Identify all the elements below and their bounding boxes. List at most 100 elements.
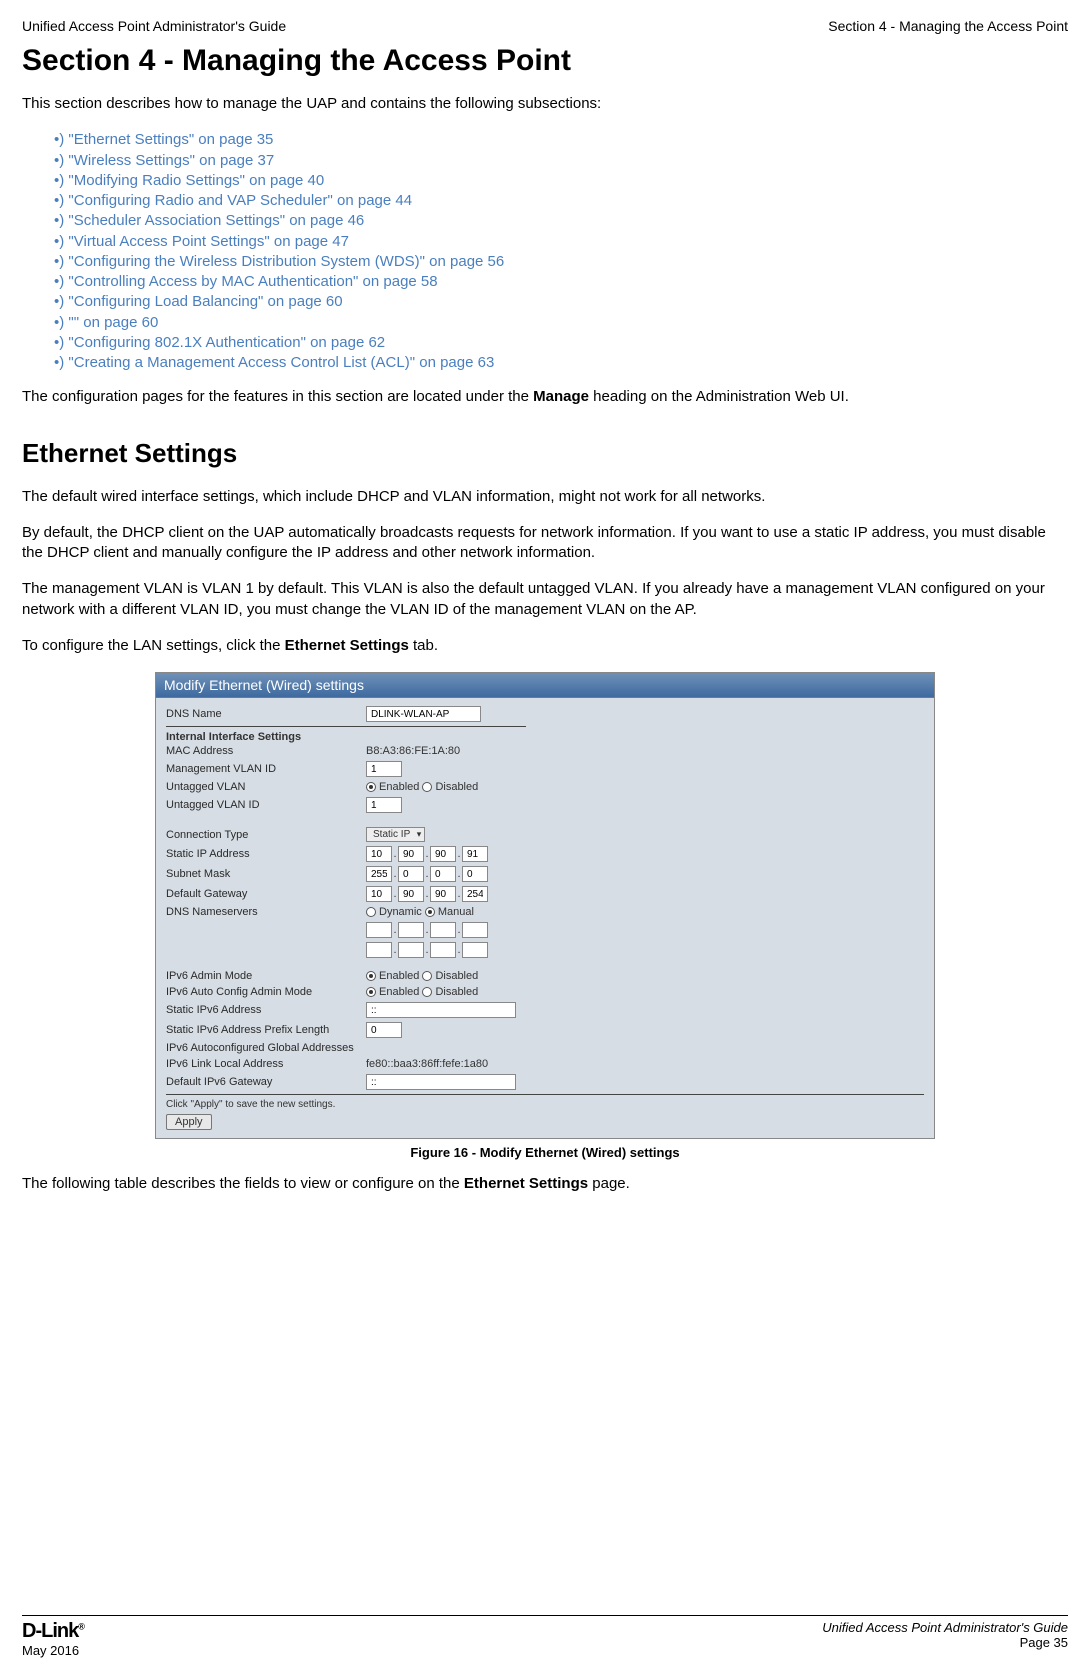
ip-octet[interactable] (462, 846, 488, 862)
body-paragraph: To configure the LAN settings, click the… (22, 636, 1068, 656)
gateway-octet[interactable] (430, 886, 456, 902)
body-paragraph: The default wired interface settings, wh… (22, 487, 1068, 507)
toc-link[interactable]: "Wireless Settings" on page 37 (68, 152, 274, 169)
gateway-octet[interactable] (366, 886, 392, 902)
toc-link[interactable]: "Configuring the Wireless Distribution S… (68, 253, 504, 270)
static-ipv6-label: Static IPv6 Address (166, 1004, 366, 1016)
toc-link[interactable]: "Creating a Management Access Control Li… (68, 354, 494, 371)
subnet-octet[interactable] (398, 866, 424, 882)
bullet-icon: •) (54, 212, 64, 229)
bullet-icon: •) (54, 192, 64, 209)
untagged-vlan-label: Untagged VLAN (166, 781, 366, 793)
dns-name-label: DNS Name (166, 708, 366, 720)
dns-octet[interactable] (430, 942, 456, 958)
toc-link[interactable]: "Configuring 802.1X Authentication" on p… (68, 334, 385, 351)
subnet-octet[interactable] (366, 866, 392, 882)
radio-manual[interactable] (425, 907, 435, 917)
mac-label: MAC Address (166, 745, 366, 757)
default-ipv6-gw-input[interactable] (366, 1074, 516, 1090)
radio-disabled[interactable] (422, 971, 432, 981)
gateway-octet[interactable] (398, 886, 424, 902)
config-pages-note: The configuration pages for the features… (22, 387, 1068, 407)
dns-nameservers-label: DNS Nameservers (166, 906, 366, 918)
ip-octet[interactable] (430, 846, 456, 862)
subnet-octet[interactable] (430, 866, 456, 882)
bullet-icon: •) (54, 172, 64, 189)
untagged-vlan-id-label: Untagged VLAN ID (166, 799, 366, 811)
toc-link[interactable]: "Scheduler Association Settings" on page… (68, 212, 364, 229)
ipv6-autoconf-label: IPv6 Autoconfigured Global Addresses (166, 1042, 366, 1054)
header-left: Unified Access Point Administrator's Gui… (22, 18, 286, 34)
toc-link[interactable]: "Controlling Access by MAC Authenticatio… (68, 273, 437, 290)
toc-link[interactable]: "Configuring Load Balancing" on page 60 (68, 293, 342, 310)
connection-type-select[interactable]: Static IP (366, 827, 425, 842)
dns-octet[interactable] (398, 942, 424, 958)
dlink-logo: D-Link® (22, 1620, 84, 1643)
radio-enabled[interactable] (366, 782, 376, 792)
toc-link[interactable]: "Modifying Radio Settings" on page 40 (68, 172, 324, 189)
internal-interface-heading: Internal Interface Settings (166, 731, 924, 743)
header-right: Section 4 - Managing the Access Point (828, 18, 1068, 34)
enabled-label: Enabled (379, 781, 419, 793)
radio-enabled[interactable] (366, 987, 376, 997)
ipv6-prefix-input[interactable] (366, 1022, 402, 1038)
page-footer: D-Link® May 2016 Unified Access Point Ad… (22, 1615, 1068, 1658)
mgmt-vlan-input[interactable] (366, 761, 402, 777)
bullet-icon: •) (54, 152, 64, 169)
dns-octet[interactable] (366, 922, 392, 938)
ethernet-settings-heading: Ethernet Settings (22, 438, 1068, 469)
dns-octet[interactable] (462, 922, 488, 938)
manual-label: Manual (438, 906, 474, 918)
toc-link[interactable]: "Ethernet Settings" on page 35 (68, 131, 273, 148)
toc-list: •) "Ethernet Settings" on page 35 •) "Wi… (22, 130, 1068, 373)
toc-link[interactable]: "" on page 60 (68, 314, 158, 331)
bullet-icon: •) (54, 253, 64, 270)
ipv6-linklocal-label: IPv6 Link Local Address (166, 1058, 366, 1070)
ipv6-auto-label: IPv6 Auto Config Admin Mode (166, 986, 366, 998)
bullet-icon: •) (54, 131, 64, 148)
radio-enabled[interactable] (366, 971, 376, 981)
bullet-icon: •) (54, 334, 64, 351)
footer-page: Page 35 (822, 1635, 1068, 1650)
mgmt-vlan-label: Management VLAN ID (166, 763, 366, 775)
connection-type-label: Connection Type (166, 829, 366, 841)
dns-octet[interactable] (366, 942, 392, 958)
bullet-icon: •) (54, 354, 64, 371)
footer-title: Unified Access Point Administrator's Gui… (822, 1620, 1068, 1635)
apply-button[interactable]: Apply (166, 1114, 212, 1130)
subnet-label: Subnet Mask (166, 868, 366, 880)
dynamic-label: Dynamic (379, 906, 422, 918)
bullet-icon: •) (54, 273, 64, 290)
footer-date: May 2016 (22, 1643, 84, 1658)
bullet-icon: •) (54, 293, 64, 310)
mac-value: B8:A3:86:FE:1A:80 (366, 745, 460, 757)
radio-disabled[interactable] (422, 782, 432, 792)
gateway-octet[interactable] (462, 886, 488, 902)
ipv6-linklocal-value: fe80::baa3:86ff:fefe:1a80 (366, 1058, 488, 1070)
radio-disabled[interactable] (422, 987, 432, 997)
toc-link[interactable]: "Virtual Access Point Settings" on page … (68, 233, 349, 250)
untagged-vlan-id-input[interactable] (366, 797, 402, 813)
dns-octet[interactable] (430, 922, 456, 938)
figure-caption: Figure 16 - Modify Ethernet (Wired) sett… (22, 1145, 1068, 1160)
subnet-octet[interactable] (462, 866, 488, 882)
page-title: Section 4 - Managing the Access Point (22, 44, 1068, 78)
ipv6-admin-label: IPv6 Admin Mode (166, 970, 366, 982)
static-ipv6-input[interactable] (366, 1002, 516, 1018)
static-ip-label: Static IP Address (166, 848, 366, 860)
ip-octet[interactable] (366, 846, 392, 862)
default-ipv6-gw-label: Default IPv6 Gateway (166, 1076, 366, 1088)
disabled-label: Disabled (435, 781, 478, 793)
toc-link[interactable]: "Configuring Radio and VAP Scheduler" on… (68, 192, 412, 209)
dns-octet[interactable] (398, 922, 424, 938)
body-paragraph: The management VLAN is VLAN 1 by default… (22, 579, 1068, 620)
dns-octet[interactable] (462, 942, 488, 958)
bullet-icon: •) (54, 233, 64, 250)
radio-dynamic[interactable] (366, 907, 376, 917)
ip-octet[interactable] (398, 846, 424, 862)
body-paragraph: By default, the DHCP client on the UAP a… (22, 523, 1068, 564)
dns-name-input[interactable] (366, 706, 481, 722)
gateway-label: Default Gateway (166, 888, 366, 900)
bullet-icon: •) (54, 314, 64, 331)
intro-text: This section describes how to manage the… (22, 94, 1068, 114)
